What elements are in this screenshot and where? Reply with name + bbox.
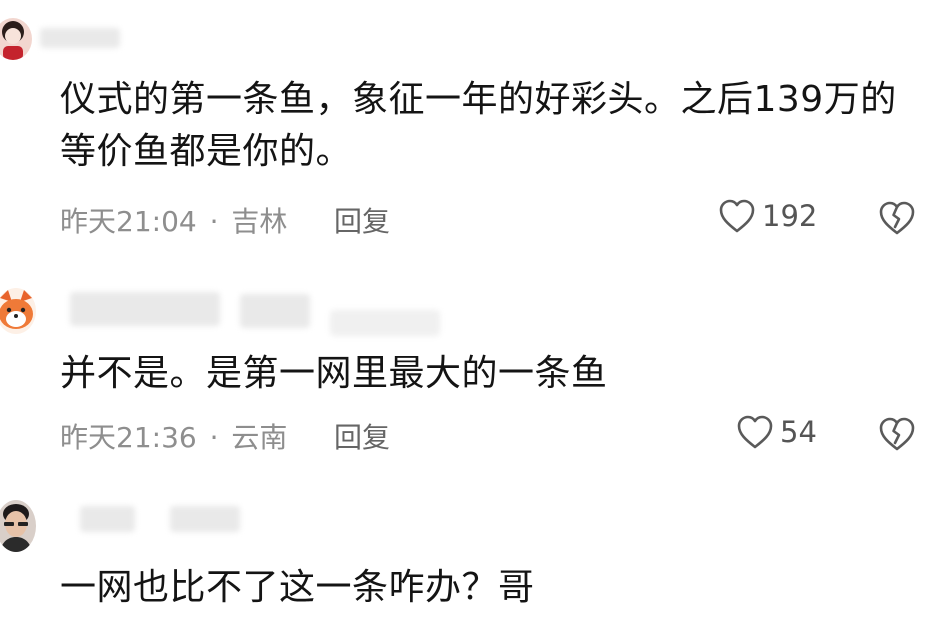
username-redacted: [70, 292, 220, 326]
location: 云南: [231, 421, 288, 454]
comment-line: 一网也比不了这一条咋办？哥: [60, 567, 535, 608]
dislike-button[interactable]: [878, 416, 916, 452]
username-redacted: [330, 310, 440, 336]
comment-text: 并不是。是第一网里最大的一条鱼: [60, 348, 608, 400]
reply-button[interactable]: 回复: [334, 200, 390, 240]
avatar[interactable]: [0, 18, 32, 60]
broken-heart-icon: [878, 200, 916, 236]
like-count: 54: [780, 415, 817, 449]
username-redacted: [170, 506, 240, 532]
avatar[interactable]: [0, 500, 36, 552]
dislike-button[interactable]: [878, 200, 916, 236]
username-redacted: [80, 506, 135, 532]
comment-line: 等价鱼都是你的。: [60, 131, 353, 172]
separator: ·: [209, 421, 219, 454]
like-button[interactable]: 54: [736, 414, 817, 450]
comment-item: 并不是。是第一网里最大的一条鱼 昨天21:36 · 云南 回复 54: [0, 270, 950, 480]
broken-heart-icon: [878, 416, 916, 452]
comment-text: 一网也比不了这一条咋办？哥: [60, 562, 535, 614]
like-count: 192: [762, 199, 818, 233]
location: 吉林: [231, 205, 288, 238]
heart-outline-icon: [718, 198, 756, 234]
separator: ·: [209, 205, 219, 238]
comment-line: 仪式的第一条鱼，象征一年的好彩头。之后139万的: [60, 79, 897, 120]
timestamp: 昨天21:04: [60, 205, 197, 238]
avatar[interactable]: [0, 288, 36, 334]
comment-item: 仪式的第一条鱼，象征一年的好彩头。之后139万的 等价鱼都是你的。 昨天21:0…: [0, 0, 950, 260]
heart-outline-icon: [736, 414, 774, 450]
comment-line: 并不是。是第一网里最大的一条鱼: [60, 353, 608, 394]
timestamp: 昨天21:36: [60, 421, 197, 454]
like-button[interactable]: 192: [718, 198, 817, 234]
username-redacted: [40, 28, 120, 48]
reply-button[interactable]: 回复: [334, 416, 390, 456]
username-redacted: [240, 294, 310, 328]
comment-item: 一网也比不了这一条咋办？哥: [0, 490, 950, 629]
comment-text: 仪式的第一条鱼，象征一年的好彩头。之后139万的 等价鱼都是你的。: [60, 74, 897, 178]
comment-meta: 昨天21:36 · 云南: [60, 416, 287, 456]
comment-meta: 昨天21:04 · 吉林: [60, 200, 287, 240]
